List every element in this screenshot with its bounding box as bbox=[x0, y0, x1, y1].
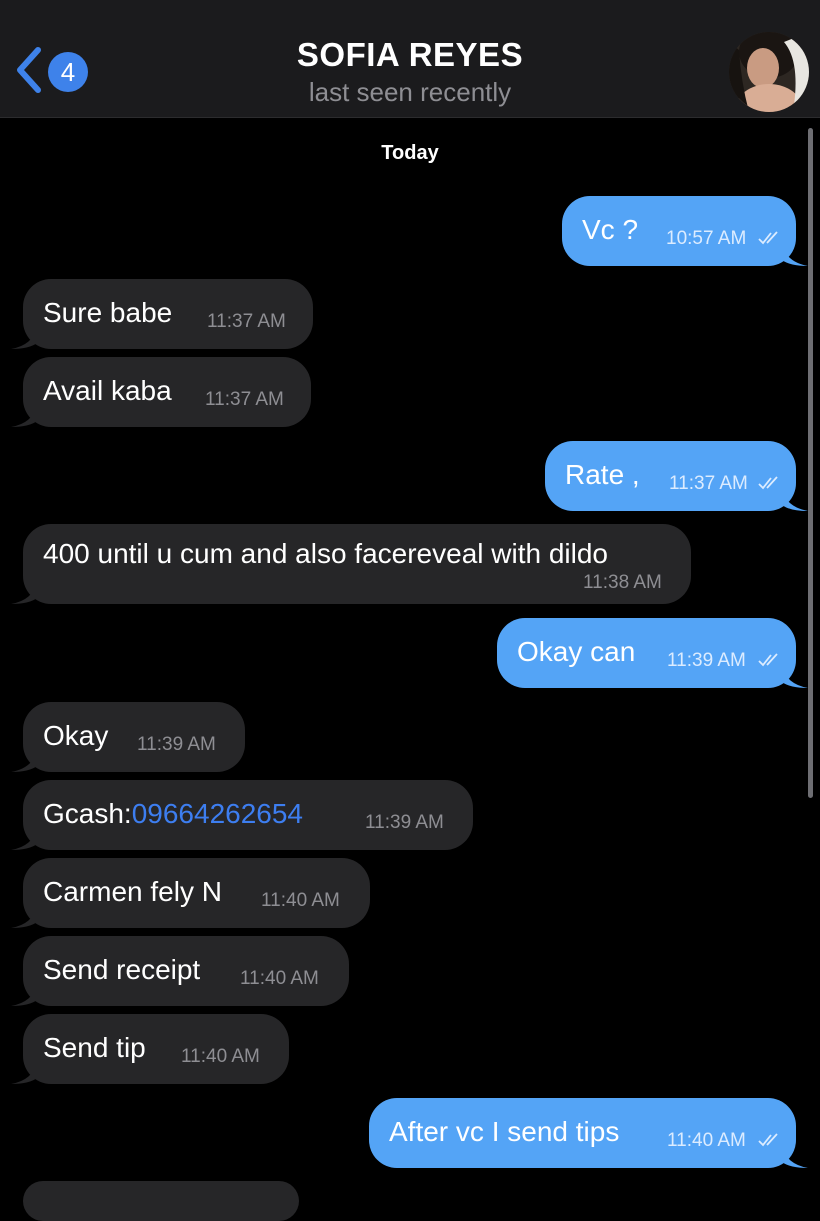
message-text: Okay can bbox=[517, 636, 636, 667]
double-check-icon bbox=[758, 1133, 778, 1147]
message-incoming-partial[interactable] bbox=[23, 1181, 299, 1221]
message-text: Avail kaba bbox=[43, 375, 172, 406]
message-text: Okay bbox=[43, 720, 109, 751]
message-text: 400 until u cum and also facereveal with… bbox=[43, 538, 609, 569]
bubble-tail bbox=[11, 750, 37, 772]
bubble-tail bbox=[782, 244, 808, 266]
message-time: 11:39 AM bbox=[365, 812, 444, 833]
bubble-tail bbox=[11, 582, 37, 604]
bubble-tail bbox=[11, 984, 37, 1006]
avatar-photo bbox=[729, 32, 809, 112]
message-incoming[interactable]: Carmen fely N 11:40 AM bbox=[11, 858, 370, 928]
message-time: 11:37 AM bbox=[207, 311, 286, 332]
message-outgoing[interactable]: Okay can 11:39 AM bbox=[497, 618, 808, 688]
message-time: 11:40 AM bbox=[261, 890, 340, 911]
message-incoming[interactable]: Gcash:09664262654 11:39 AM bbox=[11, 780, 473, 850]
message-outgoing[interactable]: After vc I send tips 11:40 AM bbox=[369, 1098, 808, 1168]
message-time: 11:40 AM bbox=[240, 968, 319, 989]
double-check-icon bbox=[758, 476, 778, 490]
message-time: 10:57 AM bbox=[666, 228, 747, 249]
bubble-tail bbox=[782, 666, 808, 688]
double-check-icon bbox=[758, 653, 778, 667]
message-incoming[interactable]: Sure babe 11:37 AM bbox=[11, 279, 313, 349]
message-time: 11:37 AM bbox=[205, 389, 284, 410]
bubble-tail bbox=[11, 327, 37, 349]
bubble-tail bbox=[11, 1062, 37, 1084]
message-outgoing[interactable]: Rate , 11:37 AM bbox=[545, 441, 808, 511]
double-check-icon bbox=[758, 231, 778, 245]
message-text: After vc I send tips bbox=[389, 1116, 620, 1147]
message-time: 11:39 AM bbox=[137, 734, 216, 755]
message-time: 11:40 AM bbox=[181, 1046, 260, 1067]
message-text: Carmen fely N bbox=[43, 876, 222, 907]
bubble-tail bbox=[782, 1146, 808, 1168]
phone-number-link[interactable]: 09664262654 bbox=[132, 798, 303, 829]
message-text: Rate , bbox=[565, 459, 640, 490]
message-time: 11:37 AM bbox=[669, 473, 748, 494]
contact-status: last seen recently bbox=[308, 77, 512, 107]
message-text: Gcash:09664262654 bbox=[43, 798, 303, 830]
scrollbar[interactable] bbox=[808, 128, 813, 798]
message-text: Vc ? bbox=[582, 214, 639, 245]
contact-avatar[interactable] bbox=[729, 32, 809, 112]
message-time: 11:38 AM bbox=[583, 572, 662, 593]
message-incoming[interactable]: Avail kaba 11:37 AM bbox=[11, 357, 311, 427]
message-incoming[interactable]: 400 until u cum and also facereveal with… bbox=[11, 524, 691, 604]
message-incoming[interactable]: Send tip 11:40 AM bbox=[11, 1014, 289, 1084]
message-time: 11:39 AM bbox=[667, 650, 746, 671]
message-text: Sure babe bbox=[43, 297, 173, 328]
bubble-tail bbox=[782, 489, 808, 511]
bubble-tail bbox=[11, 906, 37, 928]
message-incoming[interactable]: Okay 11:39 AM bbox=[11, 702, 245, 772]
message-text: Send tip bbox=[43, 1032, 146, 1063]
message-incoming[interactable]: Send receipt 11:40 AM bbox=[11, 936, 349, 1006]
bubble-tail bbox=[11, 828, 37, 850]
message-time: 11:40 AM bbox=[667, 1130, 746, 1151]
message-text-prefix: Gcash: bbox=[43, 798, 132, 829]
message-outgoing[interactable]: Vc ? 10:57 AM bbox=[562, 196, 808, 266]
date-separator: Today bbox=[381, 142, 439, 164]
bubble-tail bbox=[11, 405, 37, 427]
message-text: Send receipt bbox=[43, 954, 201, 985]
contact-name[interactable]: SOFIA REYES bbox=[0, 36, 820, 74]
chat-header: 4 SOFIA REYES last seen recently bbox=[0, 0, 820, 118]
